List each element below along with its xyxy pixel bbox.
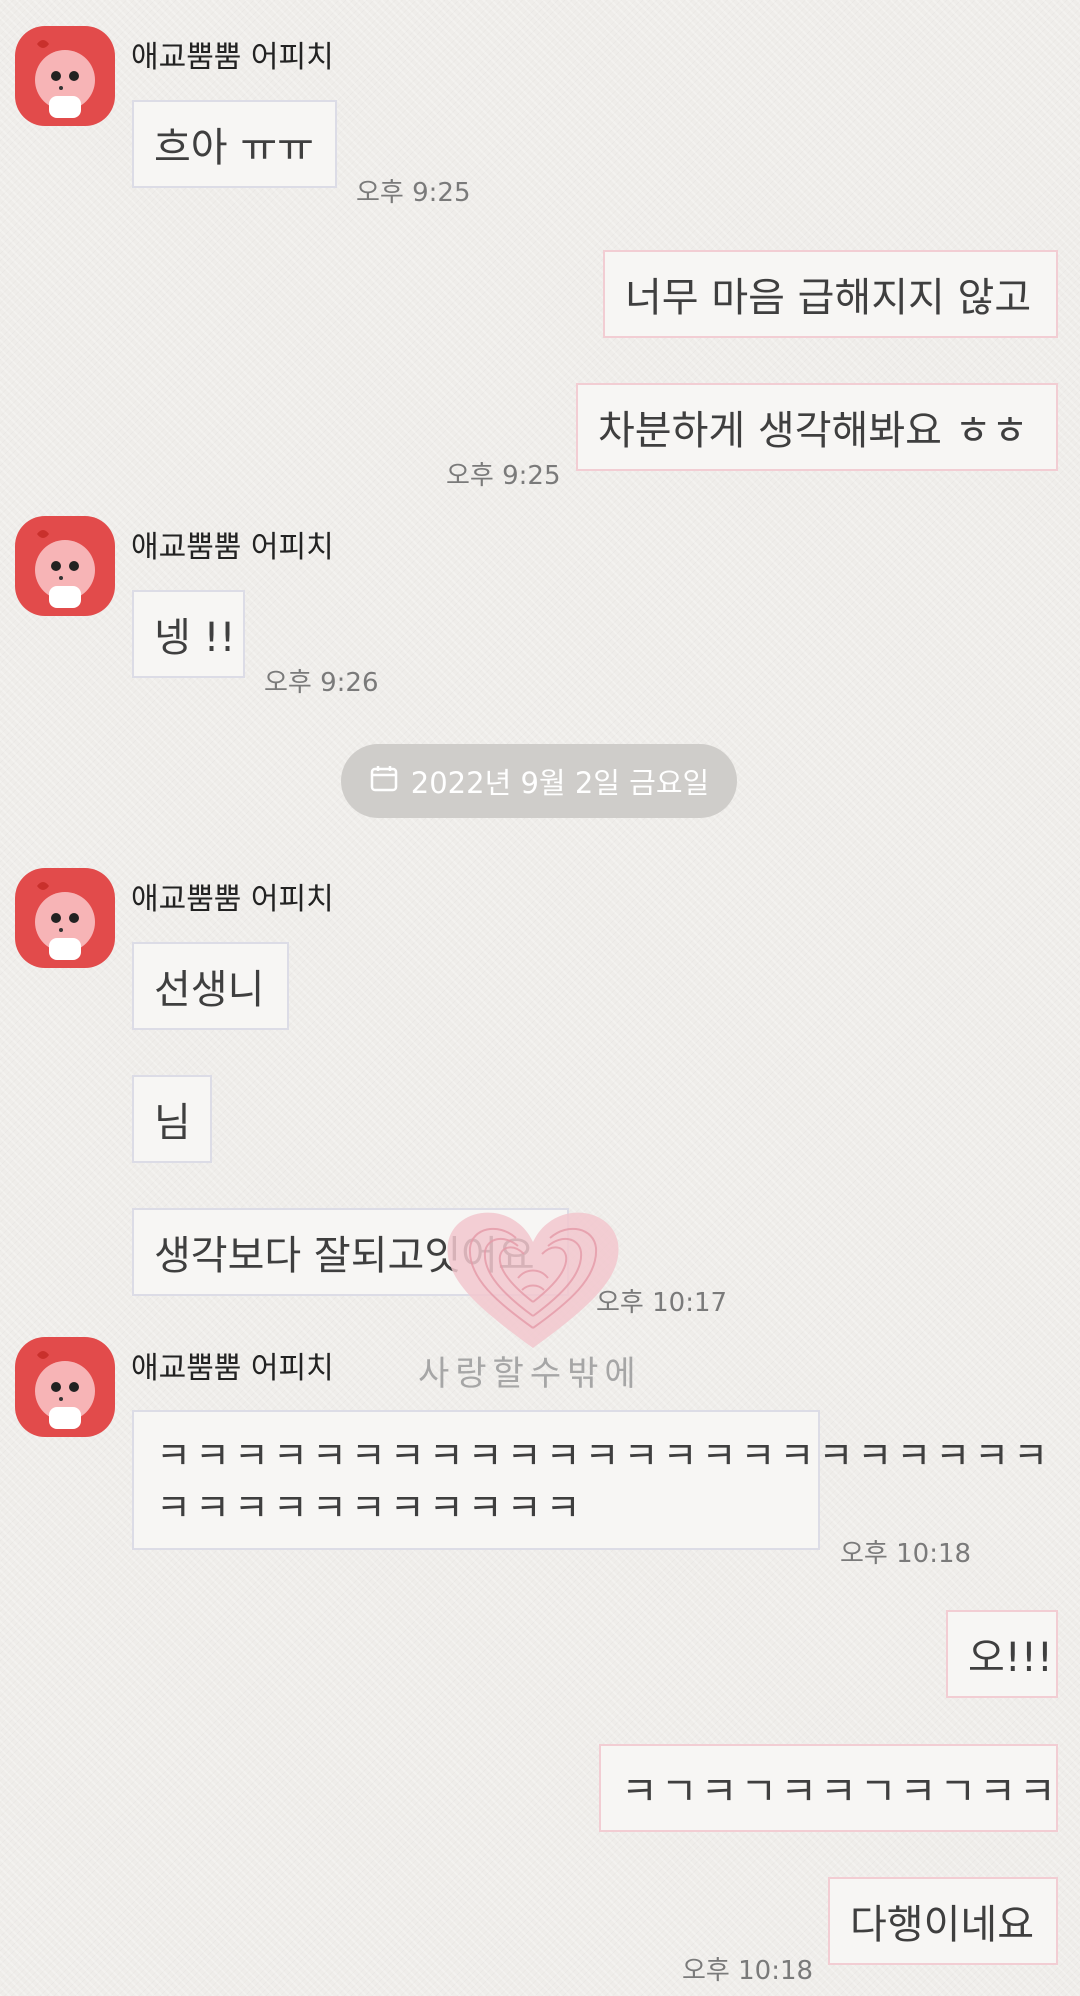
message-bubble[interactable]: 넹 !!	[132, 590, 245, 678]
message-bubble[interactable]: ㅋㅋㅋㅋㅋㅋㅋㅋㅋㅋㅋㅋㅋㅋㅋㅋㅋㅋㅋㅋㅋㅋㅋ ㅋㅋㅋㅋㅋㅋㅋㅋㅋㅋㅋ	[132, 1410, 1053, 1550]
message-bubble[interactable]: 님	[132, 1075, 212, 1163]
avatar[interactable]	[15, 26, 115, 126]
message-bubble[interactable]: 차분하게 생각해봐요 ㅎㅎ	[576, 383, 1058, 471]
message-line: ㅋㅋㅋㅋㅋㅋㅋㅋㅋㅋㅋㅋㅋㅋㅋㅋㅋㅋㅋㅋㅋㅋㅋ	[156, 1434, 1053, 1478]
sender-name: 애교뿜뿜 어피치	[131, 530, 334, 565]
message-time: 오후 9:25	[446, 461, 561, 491]
date-text: 2022년 9월 2일 금요일	[410, 766, 710, 800]
message-time: 오후 10:18	[840, 1539, 972, 1569]
message-bubble[interactable]: 선생니	[132, 942, 289, 1030]
avatar[interactable]	[15, 1337, 115, 1437]
date-divider: 2022년 9월 2일 금요일	[341, 744, 737, 818]
message-line: ㅋㅋㅋㅋㅋㅋㅋㅋㅋㅋㅋ	[156, 1486, 585, 1530]
message-bubble[interactable]: ㅋㄱㅋㄱㅋㅋㄱㅋㄱㅋㅋ	[599, 1744, 1058, 1832]
message-bubble[interactable]: 오!!!	[946, 1610, 1058, 1698]
fingerprint-heart-icon	[438, 1198, 628, 1358]
watermark-text: 사랑할수밖에	[418, 1354, 642, 1394]
message-bubble[interactable]: 너무 마음 급해지지 않고	[603, 250, 1058, 338]
avatar[interactable]	[15, 868, 115, 968]
sender-name: 애교뿜뿜 어피치	[131, 1351, 334, 1386]
message-bubble[interactable]: 흐아 ㅠㅠ	[132, 100, 337, 188]
calendar-icon	[369, 763, 399, 800]
avatar[interactable]	[15, 516, 115, 616]
sender-name: 애교뿜뿜 어피치	[131, 40, 334, 75]
message-time: 오후 10:18	[682, 1956, 814, 1986]
sender-name: 애교뿜뿜 어피치	[131, 882, 334, 917]
message-time: 오후 9:25	[356, 178, 471, 208]
message-bubble[interactable]: 다행이네요	[828, 1877, 1058, 1965]
message-time: 오후 9:26	[264, 668, 379, 698]
